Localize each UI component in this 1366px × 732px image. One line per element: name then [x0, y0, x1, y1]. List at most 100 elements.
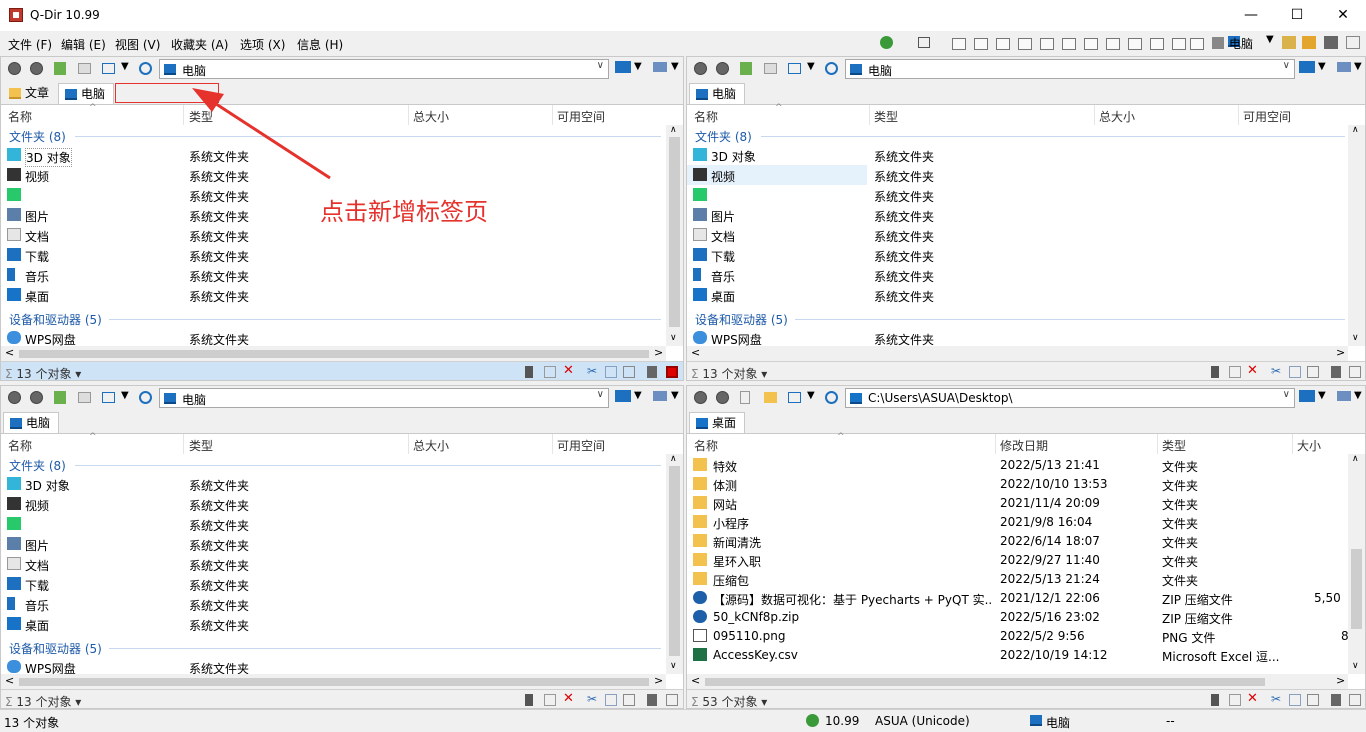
pane-option-icon[interactable] — [666, 694, 678, 706]
scroll-up-icon[interactable]: ∧ — [670, 454, 677, 464]
chevron-down-icon[interactable]: ∨ — [1283, 389, 1290, 400]
paste-icon[interactable] — [623, 366, 635, 378]
monitor-icon[interactable] — [1299, 61, 1315, 73]
column-name[interactable]: 名称 — [8, 437, 32, 454]
cut-icon[interactable]: ✂ — [1271, 364, 1283, 378]
menu-edit[interactable]: 编辑 (E) — [61, 36, 106, 53]
flash-icon[interactable] — [525, 694, 533, 706]
list-item[interactable]: 桌面 系统文件夹 — [1, 614, 663, 634]
chevron-down-icon[interactable]: ▼ — [1318, 61, 1326, 72]
object-count[interactable]: Σ 13 个对象 ▾ — [5, 693, 81, 708]
list-item[interactable]: 下载 系统文件夹 — [1, 245, 663, 265]
address-bar[interactable]: 电脑 ∨ — [159, 388, 609, 408]
chevron-down-icon[interactable]: ▼ — [634, 390, 642, 401]
group-folders[interactable]: 文件夹 (8) — [695, 128, 752, 145]
paste-icon[interactable] — [1307, 366, 1319, 378]
menu-file[interactable]: 文件 (F) — [8, 36, 52, 53]
cut-icon[interactable]: ✂ — [587, 692, 599, 706]
column-total-size[interactable]: 总大小 — [1099, 108, 1135, 125]
up-folder-icon[interactable] — [740, 62, 752, 75]
scroll-right-icon[interactable]: > — [654, 346, 663, 359]
copy-icon[interactable] — [1289, 366, 1301, 378]
scroll-thumb[interactable] — [19, 350, 649, 358]
rename-icon[interactable] — [1331, 694, 1341, 706]
new-folder-icon[interactable] — [764, 63, 777, 74]
list-item[interactable]: 星环入职 2022/9/27 11:40 文件夹 — [687, 550, 1348, 570]
scroll-thumb[interactable] — [669, 466, 680, 656]
up-folder-icon[interactable] — [54, 391, 66, 404]
list-item[interactable]: 体测 2022/10/10 13:53 文件夹 — [687, 474, 1348, 494]
list-item[interactable]: 095110.png 2022/5/2 9:56 PNG 文件 8 — [687, 626, 1348, 646]
scroll-left-icon[interactable]: < — [5, 346, 14, 359]
column-total-size[interactable]: 总大小 — [413, 108, 449, 125]
column-type[interactable]: 类型 — [874, 108, 898, 125]
group-folders[interactable]: 文件夹 (8) — [9, 128, 66, 145]
object-count[interactable]: Σ 53 个对象 ▾ — [691, 693, 767, 708]
horizontal-scrollbar[interactable]: < > — [687, 346, 1348, 362]
star-icon[interactable] — [1302, 36, 1316, 49]
layout-9-icon[interactable] — [1128, 38, 1142, 50]
list-item[interactable]: 视频 — [687, 165, 867, 185]
layout-3-icon[interactable] — [996, 38, 1010, 50]
scroll-up-icon[interactable]: ∧ — [1352, 454, 1359, 464]
tools-icon[interactable] — [1324, 36, 1338, 49]
tab-computer[interactable]: 电脑 — [58, 83, 115, 104]
layout-11-icon[interactable] — [1172, 38, 1186, 50]
list-item[interactable]: 特效 2022/5/13 21:41 文件夹 — [687, 455, 1348, 475]
paste-icon[interactable] — [1307, 694, 1319, 706]
address-bar[interactable]: 电脑 ∨ — [845, 59, 1295, 79]
layout-7-icon[interactable] — [1084, 38, 1098, 50]
list-item[interactable]: 视频 系统文件夹 — [1, 494, 663, 514]
list-item[interactable]: 文档 系统文件夹 — [1, 554, 663, 574]
network-icon[interactable] — [653, 62, 667, 72]
rename-icon[interactable] — [647, 694, 657, 706]
menu-view[interactable]: 视图 (V) — [115, 36, 160, 53]
delete-icon[interactable]: ✕ — [563, 691, 575, 706]
list-item[interactable]: WPS网盘 系统文件夹 — [687, 328, 1347, 348]
scroll-right-icon[interactable]: > — [1336, 346, 1345, 359]
list-item[interactable]: 压缩包 2022/5/13 21:24 文件夹 — [687, 569, 1348, 589]
pane-option-icon[interactable] — [1349, 694, 1361, 706]
mail-icon[interactable] — [1229, 694, 1241, 706]
copy-icon[interactable] — [605, 366, 617, 378]
list-item[interactable]: 下载 系统文件夹 — [687, 245, 1347, 265]
monitor-icon[interactable] — [615, 390, 631, 402]
list-item[interactable]: 系统文件夹 — [687, 185, 1347, 205]
chevron-down-icon[interactable]: ▼ — [121, 390, 129, 401]
scroll-left-icon[interactable]: < — [5, 674, 14, 687]
menu-options[interactable]: 选项 (X) — [240, 36, 285, 53]
tab-articles[interactable]: 文章 — [3, 83, 58, 104]
up-folder-icon[interactable] — [740, 391, 750, 404]
layout-5-icon[interactable] — [1040, 38, 1054, 50]
view-mode-icon[interactable] — [788, 392, 801, 403]
object-count[interactable]: Σ 13 个对象 ▾ — [691, 365, 767, 380]
tab-computer[interactable]: 电脑 — [689, 83, 746, 104]
horizontal-scrollbar[interactable]: < > — [687, 674, 1348, 690]
list-item[interactable]: 新闻清洗 2022/6/14 18:07 文件夹 — [687, 531, 1348, 551]
vertical-scrollbar[interactable]: ∧ ∨ — [1348, 454, 1365, 674]
group-folders[interactable]: 文件夹 (8) — [9, 457, 66, 474]
scroll-thumb[interactable] — [705, 678, 1265, 686]
column-total-size[interactable]: 总大小 — [413, 437, 449, 454]
chevron-down-icon[interactable]: ▼ — [1354, 61, 1362, 72]
forward-icon[interactable] — [716, 62, 729, 75]
scroll-right-icon[interactable]: > — [1336, 674, 1345, 687]
column-modified[interactable]: 修改日期 — [1000, 437, 1048, 454]
mail-icon[interactable] — [544, 366, 556, 378]
minimize-button[interactable]: — — [1228, 0, 1274, 31]
menu-info[interactable]: 信息 (H) — [297, 36, 343, 53]
monitor-icon[interactable] — [615, 61, 631, 73]
scroll-left-icon[interactable]: < — [691, 674, 700, 687]
view-mode-icon[interactable] — [102, 63, 115, 74]
flash-icon[interactable] — [1211, 694, 1219, 706]
layout-6-icon[interactable] — [1062, 38, 1076, 50]
layout-toggle-icon[interactable] — [1346, 36, 1360, 49]
horizontal-scrollbar[interactable]: < > — [1, 346, 666, 362]
list-item[interactable]: 3D 对象 系统文件夹 — [687, 145, 1347, 165]
column-type[interactable]: 类型 — [1162, 437, 1186, 454]
scroll-down-icon[interactable]: ∨ — [670, 333, 677, 343]
up-folder-icon[interactable] — [54, 62, 66, 75]
layout-4-icon[interactable] — [1018, 38, 1032, 50]
chevron-down-icon[interactable]: ▼ — [671, 61, 679, 72]
view-mode-icon[interactable] — [788, 63, 801, 74]
